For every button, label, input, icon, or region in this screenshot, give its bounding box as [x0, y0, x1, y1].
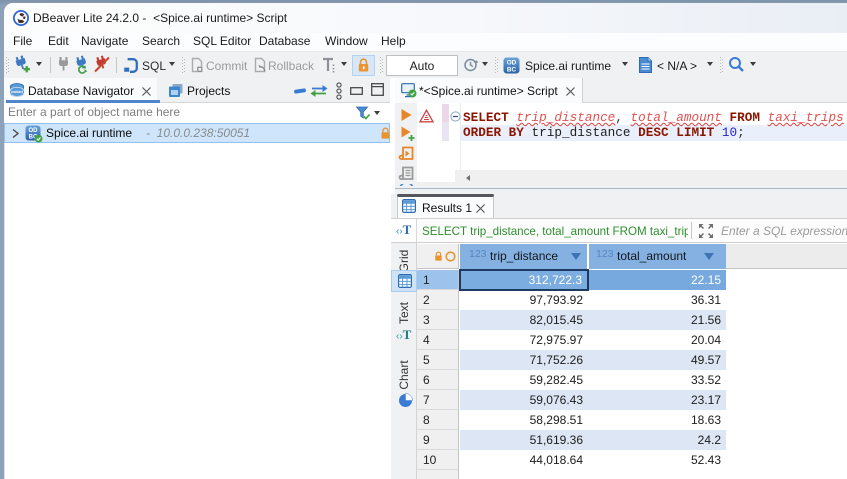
svg-text:BC: BC [507, 66, 517, 73]
svg-text:OD: OD [29, 128, 39, 134]
